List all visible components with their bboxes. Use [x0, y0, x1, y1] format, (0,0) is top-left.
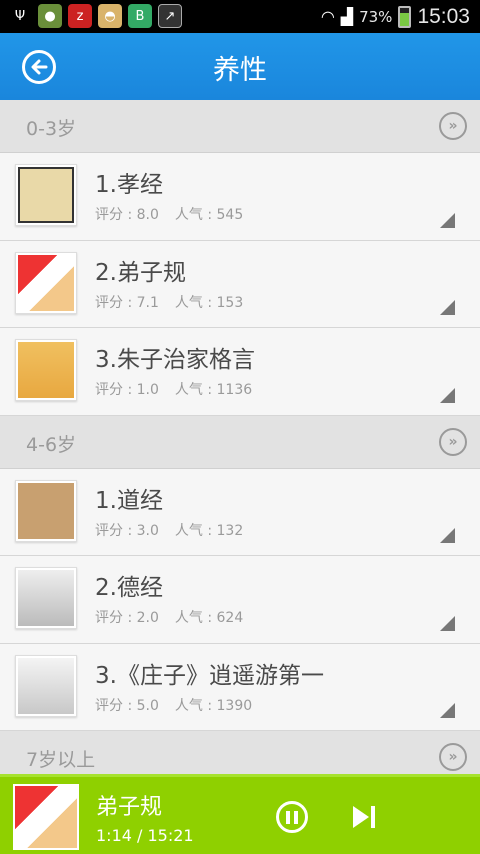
item-popularity: 人气 : 545: [174, 207, 244, 223]
corner-triangle-icon: [440, 300, 455, 315]
list-item[interactable]: 2.德经 评分 : 2.0 人气 : 624: [0, 556, 480, 644]
reader-app-icon: B: [128, 4, 152, 28]
now-playing-cover: [13, 784, 79, 850]
skip-next-icon[interactable]: [350, 803, 378, 831]
notification-icons: Ψ ● z ◓ B ↗: [8, 4, 182, 28]
list-item[interactable]: 1.道经 评分 : 3.0 人气 : 132: [0, 468, 480, 556]
list-item[interactable]: 3.朱子治家格言 评分 : 1.0 人气 : 1136: [0, 328, 480, 416]
more-chevron-icon[interactable]: »: [439, 112, 467, 140]
app-notification-icon: ●: [38, 4, 62, 28]
cover-image: [15, 339, 77, 401]
section-header[interactable]: 4-6岁 »: [0, 415, 480, 469]
item-rating: 评分 : 7.1: [95, 294, 159, 311]
download-icon: ↗: [158, 4, 182, 28]
chat-notification-icon: z: [68, 4, 92, 28]
section-header[interactable]: 0-3岁 »: [0, 100, 480, 153]
clock: 15:03: [417, 4, 470, 28]
food-app-icon: ◓: [98, 4, 122, 28]
mini-player[interactable]: 弟子规 1:14 / 15:21: [0, 774, 480, 854]
pause-button[interactable]: [276, 801, 308, 833]
page-title: 养性: [213, 55, 267, 86]
section-label: 4-6岁: [26, 433, 77, 456]
item-title: 3.《庄子》逍遥游第一: [95, 662, 324, 689]
corner-triangle-icon: [440, 703, 455, 718]
cover-image: [15, 479, 77, 542]
corner-triangle-icon: [440, 615, 455, 631]
list-item[interactable]: 2.弟子规 评分 : 7.1 人气 : 153: [0, 240, 480, 328]
wifi-icon: ◠: [320, 7, 335, 26]
item-popularity: 人气 : 153: [174, 294, 244, 311]
item-rating: 评分 : 8.0: [95, 207, 159, 223]
usb-icon: Ψ: [14, 8, 26, 24]
item-rating: 评分 : 2.0: [95, 610, 159, 626]
status-bar: Ψ ● z ◓ B ↗ ◠ ▟ 73% 15:03: [0, 0, 480, 33]
list-item[interactable]: 1.孝经 评分 : 8.0 人气 : 545: [0, 153, 480, 241]
item-popularity: 人气 : 1136: [174, 382, 253, 398]
corner-triangle-icon: [440, 387, 455, 403]
item-rating: 评分 : 1.0: [95, 382, 159, 398]
cover-image: [15, 164, 77, 226]
section-header[interactable]: 7岁以上 »: [0, 731, 480, 774]
battery-icon: [398, 5, 412, 28]
more-chevron-icon[interactable]: »: [439, 427, 467, 456]
item-title: 2.德经: [95, 575, 163, 601]
signal-icon: ▟: [340, 7, 354, 26]
item-rating: 评分 : 5.0: [95, 697, 159, 714]
item-rating: 评分 : 3.0: [95, 522, 159, 539]
now-playing-time: 1:14 / 15:21: [96, 826, 194, 845]
item-title: 1.道经: [95, 487, 163, 514]
battery-percent: 73%: [359, 7, 393, 26]
item-title: 2.弟子规: [95, 259, 186, 286]
cover-image: [15, 567, 77, 629]
section-label: 0-3岁: [26, 118, 77, 140]
item-popularity: 人气 : 1390: [174, 697, 253, 714]
list-item[interactable]: 3.《庄子》逍遥游第一 评分 : 5.0 人气 : 1390: [0, 643, 480, 731]
app-header: 养性: [0, 33, 480, 100]
category-list[interactable]: 0-3岁 » 1.孝经 评分 : 8.0 人气 : 545 2.弟子规 评分 : …: [0, 100, 480, 774]
pause-bar: [294, 810, 298, 824]
now-playing-title: 弟子规: [96, 795, 163, 820]
more-chevron-icon[interactable]: »: [439, 743, 467, 771]
pause-bar: [286, 810, 290, 824]
item-popularity: 人气 : 132: [174, 522, 244, 539]
corner-triangle-icon: [440, 528, 455, 543]
corner-triangle-icon: [440, 212, 455, 228]
item-title: 3.朱子治家格言: [95, 347, 255, 373]
item-title: 1.孝经: [95, 172, 163, 198]
cover-image: [15, 654, 77, 717]
cover-image: [15, 251, 77, 314]
section-label: 7岁以上: [26, 749, 96, 771]
item-popularity: 人气 : 624: [174, 610, 244, 626]
